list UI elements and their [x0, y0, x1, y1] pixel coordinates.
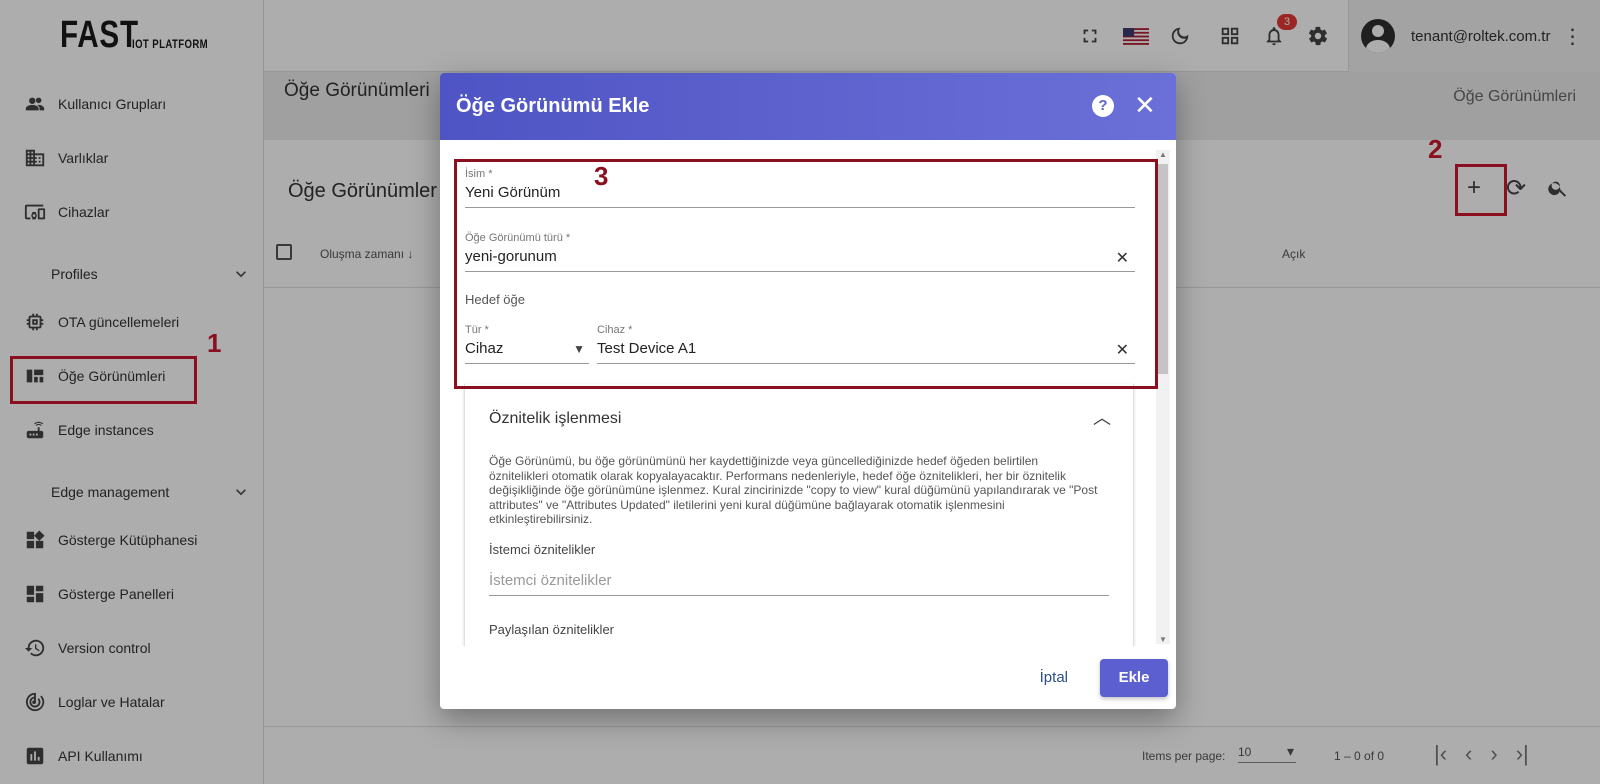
attributes-expansion-panel: Öznitelik işlenmesi ︿ Öğe Görünümü, bu ö… [464, 384, 1134, 646]
annotation-number-3: 3 [594, 161, 609, 191]
annotation-number-2: 2 [1428, 134, 1443, 164]
attributes-description: Öğe Görünümü, bu öğe görünümünü her kayd… [489, 454, 1098, 527]
annotation-number-1: 1 [207, 328, 222, 358]
chevron-up-icon[interactable]: ︿ [1093, 404, 1111, 430]
annotation-box-2 [1455, 164, 1507, 216]
dialog-title: Öğe Görünümü Ekle [456, 95, 650, 117]
help-icon[interactable]: ? [1092, 95, 1114, 117]
client-attributes-input[interactable]: İstemci öznitelikler [489, 572, 1109, 596]
scroll-down-icon[interactable]: ▼ [1159, 635, 1167, 644]
cancel-button[interactable]: İptal [1030, 661, 1078, 694]
dialog-header: Öğe Görünümü Ekle ? ✕ [440, 73, 1176, 140]
scrollbar-thumb[interactable] [1158, 164, 1168, 374]
annotation-box-3 [454, 159, 1158, 389]
client-attributes-label: İstemci öznitelikler [489, 542, 596, 557]
attributes-panel-title[interactable]: Öznitelik işlenmesi [489, 410, 621, 428]
close-icon[interactable]: ✕ [1134, 91, 1156, 119]
dialog-scrollbar[interactable]: ▲ ▼ [1156, 150, 1170, 644]
add-button[interactable]: Ekle [1100, 658, 1168, 697]
dialog-footer: İptal Ekle [440, 646, 1176, 709]
shared-attributes-label: Paylaşılan öznitelikler [489, 622, 615, 637]
annotation-box-1 [10, 356, 197, 404]
scroll-up-icon[interactable]: ▲ [1159, 150, 1167, 159]
